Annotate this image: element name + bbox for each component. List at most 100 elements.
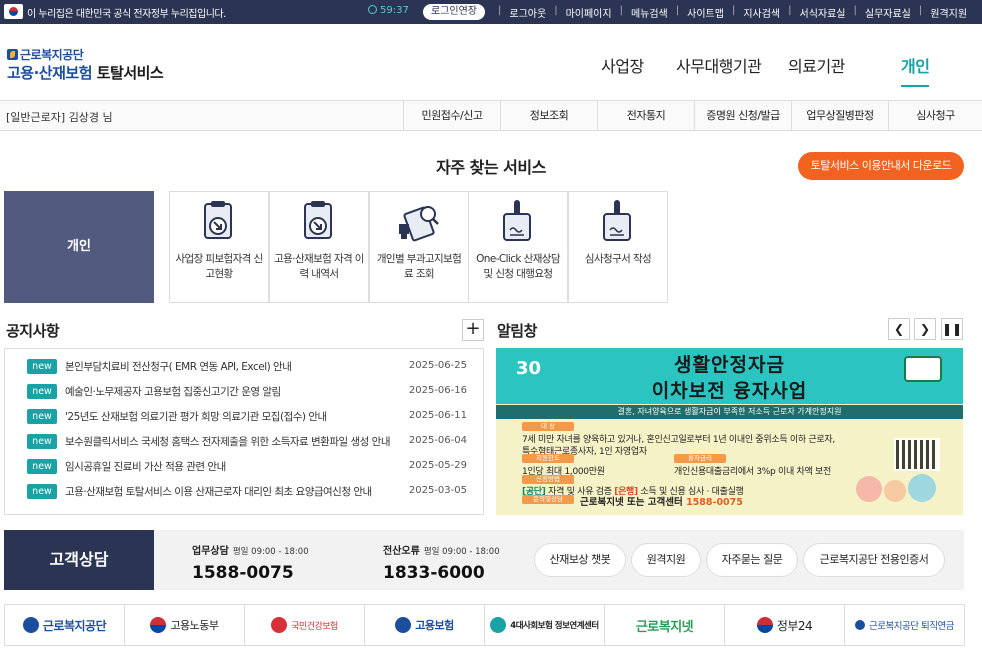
partner-links: 근로복지공단 고용노동부 국민건강보험 고용보험 4대사회보험 정보연계센터 근… bbox=[4, 604, 965, 646]
forms-link[interactable]: 서식자료실 bbox=[800, 5, 846, 20]
tag-limit: 지원한도 bbox=[522, 454, 574, 463]
tag-contact: 문의및상담 bbox=[522, 495, 574, 504]
service-label: 심사청구서 작성 bbox=[584, 253, 652, 265]
new-badge: new bbox=[27, 409, 57, 424]
practice-docs-link[interactable]: 실무자료실 bbox=[865, 5, 911, 20]
pause-slide-button[interactable]: ❚❚ bbox=[941, 318, 963, 340]
guide-download-button[interactable]: 토탈서비스 이용안내서 다운로드 bbox=[798, 152, 964, 180]
remote-support-button[interactable]: 원격지원 bbox=[631, 543, 701, 577]
family-illustration-icon bbox=[884, 480, 906, 502]
new-badge: new bbox=[27, 359, 57, 374]
customer-center-title: 고객상담 bbox=[4, 530, 154, 590]
new-badge: new bbox=[27, 434, 57, 449]
notice-item[interactable]: new 보수원클릭서비스 국세청 홈택스 전자제출을 위한 소득자료 변환파일 생… bbox=[27, 432, 467, 450]
clock-icon bbox=[368, 5, 377, 14]
nav-agency[interactable]: 사무대행기관 bbox=[676, 53, 762, 77]
service-label: 사업장 피보험자격 신고현황 bbox=[175, 253, 263, 280]
error-report-number: 1833-6000 bbox=[383, 563, 485, 583]
tag-apply: 신청방법 bbox=[522, 475, 574, 484]
stamp-search-icon bbox=[399, 206, 439, 242]
tag-target: 대 상 bbox=[522, 422, 574, 431]
extend-login-button[interactable]: 로그인연장 bbox=[423, 4, 485, 20]
partner-moel[interactable]: 고용노동부 bbox=[125, 605, 245, 645]
service-label: 개인별 부과고지보험료 조회 bbox=[376, 253, 462, 280]
site-header: 근로복지공단 고용·산재보험 토탈서비스 사업장 사무대행기관 의료기관 개인 bbox=[0, 24, 982, 101]
notice-item[interactable]: new 고용·산재보험 토탈서비스 이용 산재근로자 대리인 최초 요양급여신청 … bbox=[27, 482, 467, 500]
document-arrow-icon bbox=[204, 201, 232, 239]
category-personal: 개인 bbox=[4, 191, 154, 303]
submenu-petition[interactable]: 민원접수/신고 bbox=[403, 101, 500, 131]
nav-personal[interactable]: 개인 bbox=[901, 53, 930, 87]
gov-banner: 이 누리집은 대한민국 공식 전자정부 누리집입니다. 59:37 로그인연장 … bbox=[0, 0, 982, 24]
faq-button[interactable]: 자주묻는 질문 bbox=[706, 543, 798, 577]
new-badge: new bbox=[27, 484, 57, 499]
util-menu: | 로그아웃 | 마이페이지 | 메뉴검색 | 사이트맵 | 지사검색 | 서식자료실 | 실… bbox=[498, 5, 968, 20]
chevron-left-icon: ❮ bbox=[893, 322, 905, 336]
menu-search-link[interactable]: 메뉴검색 bbox=[631, 5, 668, 20]
gov-notice: 이 누리집은 대한민국 공식 전자정부 누리집입니다. bbox=[27, 9, 226, 20]
next-slide-button[interactable]: ❯ bbox=[914, 318, 936, 340]
service-label: 고용·산재보험 자격 이력 내역서 bbox=[274, 253, 364, 280]
document-arrow-icon bbox=[304, 201, 332, 239]
comwel-logo-icon bbox=[904, 356, 942, 382]
chatbot-button[interactable]: 산재보상 챗봇 bbox=[534, 543, 626, 577]
comwel-logo-icon bbox=[855, 620, 866, 630]
branch-search-link[interactable]: 지사검색 bbox=[743, 5, 780, 20]
notice-item[interactable]: new 본인부담치료비 전산청구( EMR 연동 API, Excel) 안내 20… bbox=[27, 357, 467, 375]
banner-title-1: 생활안정자금 bbox=[674, 354, 785, 376]
chevron-right-icon: ❯ bbox=[919, 322, 931, 336]
nav-medical[interactable]: 의료기관 bbox=[788, 53, 845, 77]
alerts-title: 알림창 bbox=[497, 322, 537, 340]
org-logo[interactable]: 근로복지공단 bbox=[7, 46, 84, 63]
service-label: One-Click 산재상담 및 신청 대행요청 bbox=[476, 253, 560, 280]
notice-item[interactable]: new 예술인·노무제공자 고용보험 집중신고기간 운영 알림 2025-06-16 bbox=[27, 382, 467, 400]
korea-flag-icon bbox=[4, 4, 23, 19]
notice-list: new 본인부담치료비 전산청구( EMR 연동 API, Excel) 안내 20… bbox=[4, 348, 484, 515]
notice-item[interactable]: new 임시공휴일 진료비 가산 적용 관련 안내 2025-05-29 bbox=[27, 457, 467, 475]
remote-support-link[interactable]: 원격지원 bbox=[930, 5, 967, 20]
certificate-button[interactable]: 근로복지공단 전용인증서 bbox=[803, 543, 945, 577]
ei-logo-icon bbox=[395, 617, 412, 633]
partner-4insure[interactable]: 4대사회보험 정보연계센터 bbox=[485, 605, 605, 645]
error-report-label: 전산오류 평일 09:00 - 18:00 bbox=[383, 546, 500, 557]
submenu-e-notice[interactable]: 전자통지 bbox=[597, 101, 694, 131]
customer-center: 업무상담 평일 09:00 - 18:00 1588-0075 전산오류 평일 09… bbox=[154, 530, 964, 590]
service-one-click-consult[interactable]: One-Click 산재상담 및 신청 대행요청 bbox=[468, 191, 568, 303]
partner-comwel[interactable]: 근로복지공단 bbox=[5, 605, 125, 645]
banner-desc: 결혼, 자녀양육으로 생활자금이 부족한 저소득 근로자 가계안정지원 bbox=[496, 405, 963, 419]
submenu-certificate[interactable]: 증명원 신청/발급 bbox=[694, 101, 791, 131]
partner-gov24[interactable]: 정부24 bbox=[725, 605, 845, 645]
submenu-disease-judgment[interactable]: 업무상질병판정 bbox=[791, 101, 888, 131]
comwel-logo-icon bbox=[7, 49, 18, 60]
logout-link[interactable]: 로그아웃 bbox=[509, 5, 546, 20]
service-insured-status[interactable]: 사업장 피보험자격 신고현황 bbox=[169, 191, 269, 303]
submenu-review-request[interactable]: 심사청구 bbox=[888, 101, 982, 131]
mypage-link[interactable]: 마이페이지 bbox=[566, 5, 612, 20]
sitemap-link[interactable]: 사이트맵 bbox=[687, 5, 724, 20]
service-review-form[interactable]: 심사청구서 작성 bbox=[568, 191, 668, 303]
pause-icon: ❚❚ bbox=[942, 322, 963, 336]
signature-doc-icon bbox=[503, 200, 531, 241]
partner-employment-insurance[interactable]: 고용보험 bbox=[365, 605, 485, 645]
signature-doc-icon bbox=[603, 200, 631, 241]
4insure-logo-icon bbox=[490, 617, 507, 633]
service-logo[interactable]: 고용·산재보험 토탈서비스 bbox=[7, 62, 164, 83]
submenu-inquiry[interactable]: 정보조회 bbox=[500, 101, 597, 131]
partner-nhis[interactable]: 국민건강보험 bbox=[245, 605, 365, 645]
family-illustration-icon bbox=[856, 476, 882, 502]
service-premium-inquiry[interactable]: 개인별 부과고지보험료 조회 bbox=[369, 191, 469, 303]
banner-contact: 근로복지넷 또는 고객센터 1588-0075 bbox=[580, 497, 743, 508]
prev-slide-button[interactable]: ❮ bbox=[888, 318, 910, 340]
banner-rate: 개인신용대출금리에서 3%p 이내 차액 보전 bbox=[674, 467, 832, 477]
partner-pension[interactable]: 근로복지공단 퇴직연금 bbox=[845, 605, 964, 645]
notices-more-button[interactable]: + bbox=[462, 319, 484, 341]
partner-welfare-net[interactable]: 근로복지넷 bbox=[605, 605, 725, 645]
comwel-logo-icon bbox=[22, 617, 39, 633]
service-qualification-history[interactable]: 고용·산재보험 자격 이력 내역서 bbox=[269, 191, 369, 303]
qr-code-icon bbox=[894, 438, 940, 471]
notice-item[interactable]: new '25년도 산재보험 의료기관 평가 희망 의료기관 모집(접수) 안내 2… bbox=[27, 407, 467, 425]
taegeuk-icon bbox=[756, 617, 773, 633]
family-illustration-icon bbox=[908, 474, 936, 502]
alert-banner[interactable]: 30 생활안정자금 이차보전 융자사업 결혼, 자녀양육으로 생활자금이 부족한… bbox=[496, 348, 963, 515]
nav-workplace[interactable]: 사업장 bbox=[601, 53, 644, 77]
